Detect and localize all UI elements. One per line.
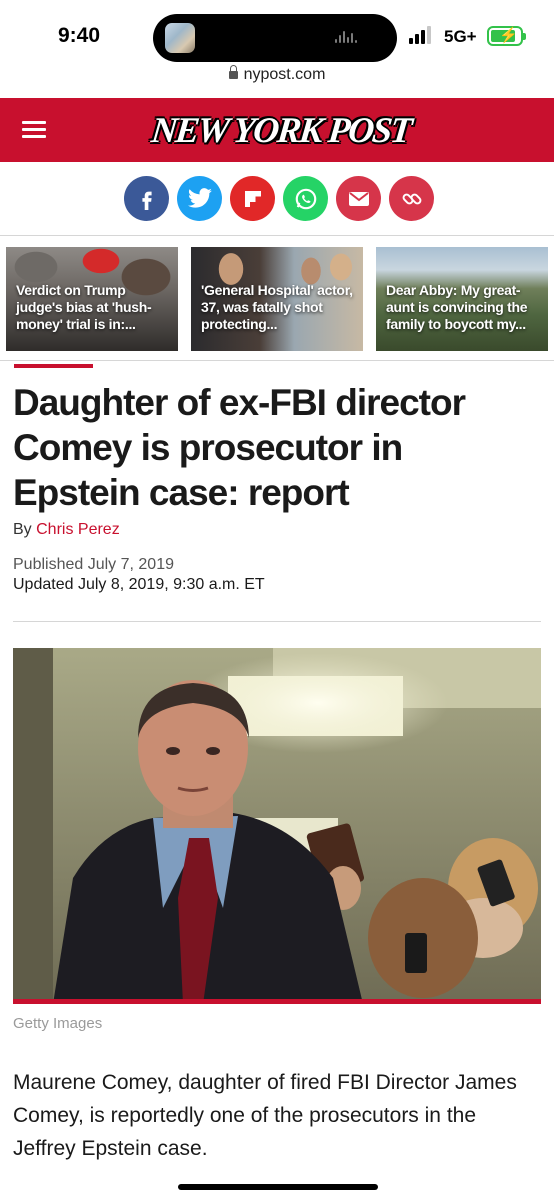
copy-link-button[interactable] <box>389 176 434 221</box>
byline-prefix: By <box>13 521 32 538</box>
byline: By Chris Perez <box>13 521 120 539</box>
email-share-button[interactable] <box>336 176 381 221</box>
divider <box>0 360 554 361</box>
lock-icon <box>228 65 238 79</box>
related-story-title: Verdict on Trump judge's bias at 'hush-m… <box>16 282 152 332</box>
share-bar <box>124 176 434 222</box>
home-indicator[interactable] <box>178 1184 378 1190</box>
author-link[interactable]: Chris Perez <box>36 521 120 538</box>
site-logo[interactable]: NEW YORK POST <box>144 110 418 150</box>
related-story-title: 'General Hospital' actor, 37, was fatall… <box>201 282 353 332</box>
site-header: NEW YORK POST <box>0 98 554 162</box>
comey-photo-illustration <box>13 648 541 1004</box>
battery-charging-icon: ⚡ <box>487 26 526 46</box>
status-time: 9:40 <box>58 24 101 47</box>
url-text: nypost.com <box>243 66 326 83</box>
related-story-card[interactable]: Verdict on Trump judge's bias at 'hush-m… <box>6 247 178 351</box>
related-story-card[interactable]: 'General Hospital' actor, 37, was fatall… <box>191 247 363 351</box>
article-body-paragraph: Maurene Comey, daughter of fired FBI Dir… <box>13 1071 517 1160</box>
related-story-card[interactable]: Dear Abby: My great-aunt is convincing t… <box>376 247 548 351</box>
article-photo[interactable] <box>13 648 541 1004</box>
published-date: Published July 7, 2019 <box>13 556 174 573</box>
updated-date: Updated July 8, 2019, 9:30 a.m. ET <box>13 576 265 593</box>
photo-credit: Getty Images <box>13 1015 103 1032</box>
whatsapp-share-button[interactable] <box>283 176 328 221</box>
audio-waveform-icon <box>335 29 359 47</box>
flipboard-share-button[interactable] <box>230 176 275 221</box>
divider <box>0 235 554 236</box>
menu-icon[interactable] <box>22 121 46 139</box>
divider <box>13 621 541 622</box>
twitter-bird-icon <box>187 187 212 208</box>
whatsapp-icon <box>295 188 316 209</box>
photo-accent-bar <box>13 999 541 1004</box>
network-type: 5G+ <box>444 27 477 46</box>
cellular-signal-icon <box>409 26 435 44</box>
facebook-share-button[interactable] <box>124 176 169 221</box>
dynamic-island[interactable] <box>153 14 397 62</box>
section-accent <box>14 364 93 368</box>
flipboard-icon <box>244 190 261 207</box>
address-bar[interactable]: nypost.com <box>0 65 554 94</box>
facebook-icon <box>141 191 152 210</box>
related-stories: Verdict on Trump judge's bias at 'hush-m… <box>6 247 548 351</box>
related-story-title: Dear Abby: My great-aunt is convincing t… <box>386 282 528 332</box>
article-headline: Daughter of ex-FBI director Comey is pro… <box>13 382 466 513</box>
link-icon <box>402 193 421 204</box>
status-bar: 9:40 5G+ ⚡ <box>0 0 554 62</box>
now-playing-thumbnail <box>165 23 195 53</box>
envelope-icon <box>348 191 369 206</box>
twitter-share-button[interactable] <box>177 176 222 221</box>
